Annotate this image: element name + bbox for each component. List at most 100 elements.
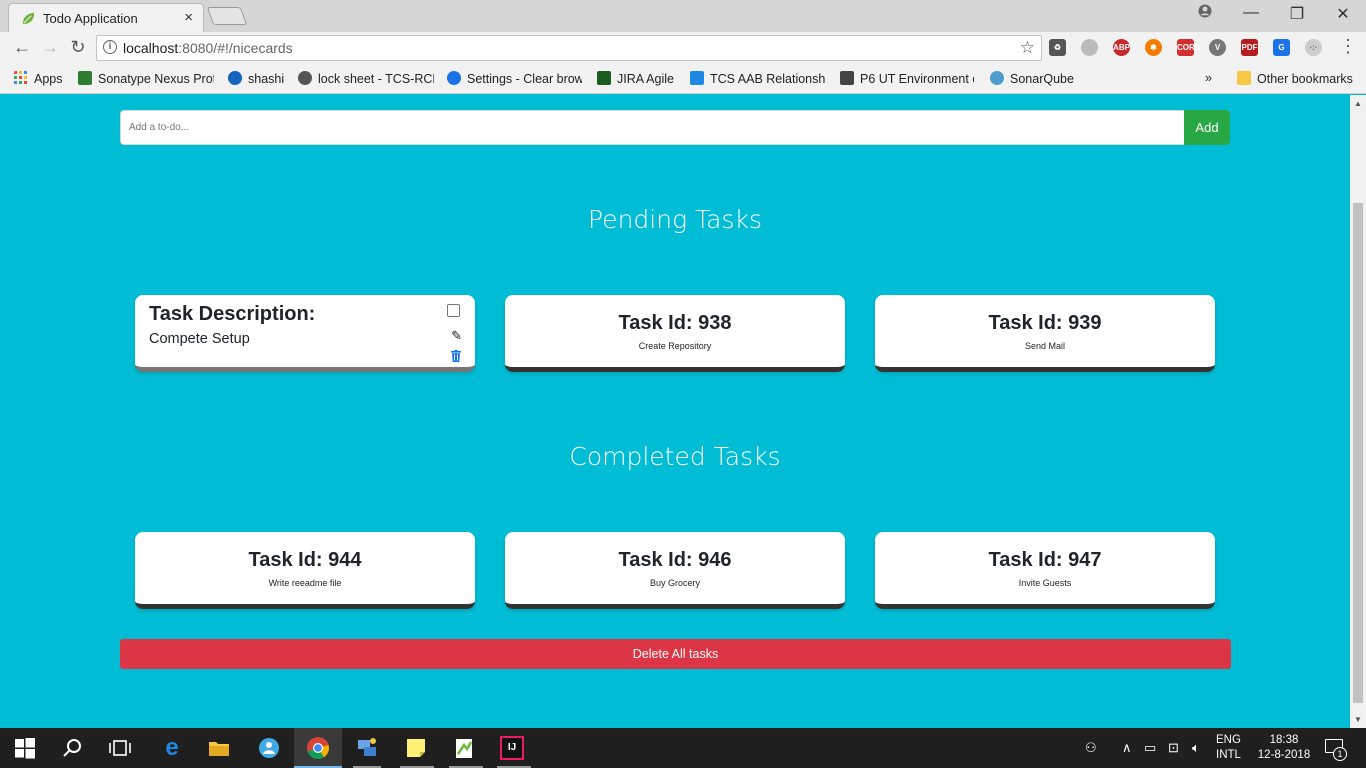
spring-leaf-icon <box>22 12 35 25</box>
cors-extension-icon[interactable]: CORS <box>1177 39 1200 56</box>
trash-icon[interactable] <box>451 350 461 362</box>
people-tray-icon[interactable]: ⚇ <box>1085 740 1097 756</box>
bookmark-label: JIRA Agile <box>617 72 674 86</box>
bookmark-jira[interactable]: JIRA Agile <box>597 71 679 86</box>
sticky-notes-icon[interactable] <box>404 736 428 760</box>
close-window-icon[interactable]: ✕ <box>1320 4 1366 24</box>
url-path: :8080/#!/nicecards <box>178 40 293 56</box>
browser-tab-bar: Todo Application × — ❐ ✕ <box>0 0 1366 32</box>
chrome-menu-icon[interactable]: ⋮ <box>1336 36 1360 57</box>
bookmark-label: TCS AAB Relationship <box>710 72 826 86</box>
recycle-extension-icon[interactable]: ♻ <box>1049 39 1066 56</box>
jira-icon <box>597 71 611 85</box>
url-host: localhost <box>123 40 179 56</box>
system-clock[interactable]: 18:38 12-8-2018 <box>1253 733 1315 763</box>
network-icon[interactable]: ⊡ <box>1168 740 1179 756</box>
profile-icon[interactable] <box>1182 4 1228 23</box>
scroll-up-icon[interactable]: ▲ <box>1354 99 1362 108</box>
add-todo-row: Add <box>120 110 1230 145</box>
bookmark-star-icon[interactable]: ☆ <box>1020 38 1035 58</box>
page-icon <box>840 71 854 85</box>
bookmark-p6-ut[interactable]: P6 UT Environment d <box>840 71 974 86</box>
task-view-icon[interactable] <box>108 736 132 760</box>
intellij-icon[interactable]: IJ <box>500 736 524 760</box>
gear-icon <box>447 71 461 85</box>
notepad-plus-icon[interactable] <box>452 736 476 760</box>
bookmark-label: shashi <box>248 72 285 86</box>
minimize-icon[interactable]: — <box>1228 4 1274 22</box>
other-bookmarks-label: Other bookmarks <box>1257 72 1353 86</box>
search-icon[interactable] <box>61 736 85 760</box>
people-icon <box>298 71 312 85</box>
site-info-icon[interactable]: i <box>103 40 117 54</box>
bookmark-apps[interactable]: Apps <box>14 71 70 86</box>
scroll-down-icon[interactable]: ▼ <box>1354 715 1362 724</box>
bookmark-tcs-aab[interactable]: TCS AAB Relationship <box>690 71 826 86</box>
task-id: Task Id: 947 <box>988 549 1102 571</box>
todo-page: Add Pending Tasks Task Description: Comp… <box>0 95 1350 728</box>
bookmark-lock-sheet[interactable]: lock sheet - TCS-RCM <box>298 71 434 86</box>
completed-task-card[interactable]: Task Id: 946 Buy Grocery <box>505 532 845 609</box>
v-extension-icon[interactable]: V <box>1209 39 1226 56</box>
completed-tasks-title: Completed Tasks <box>569 442 781 471</box>
circle-extension-icon[interactable] <box>1081 39 1098 56</box>
translate-extension-icon[interactable]: G <box>1273 39 1290 56</box>
bookmark-sonarqube[interactable]: SonarQube <box>990 71 1078 86</box>
task-card[interactable]: Task Id: 939 Send Mail <box>875 295 1215 372</box>
edit-pencil-icon[interactable]: ✎ <box>451 328 462 344</box>
task-description: Write reeadme file <box>268 578 342 588</box>
bookmark-label: Settings - Clear brow <box>467 72 582 86</box>
back-icon[interactable]: ← <box>10 37 34 58</box>
reload-icon[interactable]: ↻ <box>66 37 90 58</box>
task-description-value[interactable]: Compete Setup <box>149 331 250 347</box>
restore-icon[interactable]: ❐ <box>1274 4 1320 24</box>
adblock-extension-icon[interactable]: ABP <box>1113 39 1130 56</box>
new-tab-button[interactable] <box>206 7 248 25</box>
battery-icon[interactable]: ▭ <box>1144 740 1156 756</box>
people-app-icon[interactable] <box>257 736 281 760</box>
browser-tab[interactable]: Todo Application × <box>8 3 204 32</box>
more-bookmarks-icon[interactable]: » <box>1205 71 1212 85</box>
task-card[interactable]: Task Id: 938 Create Repository <box>505 295 845 372</box>
tab-close-icon[interactable]: × <box>184 9 193 26</box>
nexus-icon <box>78 71 92 85</box>
bookmark-label: Apps <box>34 72 63 86</box>
delete-all-button[interactable]: Delete All tasks <box>120 639 1231 669</box>
file-explorer-icon[interactable] <box>207 736 231 760</box>
dots-extension-icon[interactable]: ·:· <box>1305 39 1322 56</box>
address-bar[interactable]: i localhost:8080/#!/nicecards ☆ <box>96 35 1042 61</box>
orange-extension-icon[interactable]: ✱ <box>1145 39 1162 56</box>
forward-icon[interactable]: → <box>38 37 62 58</box>
pdf-extension-icon[interactable]: PDF <box>1241 39 1258 56</box>
bookmark-shashi[interactable]: shashi <box>228 71 288 86</box>
browser-toolbar: ← → ↻ i localhost:8080/#!/nicecards ☆ ♻ … <box>0 32 1366 64</box>
add-button[interactable]: Add <box>1184 110 1230 145</box>
volume-icon[interactable]: 🔈︎ <box>1192 740 1200 756</box>
edge-icon[interactable]: e <box>160 736 184 760</box>
bookmark-nexus[interactable]: Sonatype Nexus Profe <box>78 71 214 86</box>
notification-badge: 1 <box>1333 747 1347 761</box>
task-id: Task Id: 938 <box>618 312 732 334</box>
windows-start-icon[interactable] <box>13 736 37 760</box>
task-description: Create Repository <box>638 341 712 351</box>
circle-icon <box>228 71 242 85</box>
other-bookmarks[interactable]: Other bookmarks <box>1237 71 1353 86</box>
chrome-icon[interactable] <box>306 736 330 760</box>
bookmark-settings[interactable]: Settings - Clear brow <box>447 71 582 86</box>
page-scrollbar[interactable]: ▲ ▼ <box>1350 95 1366 728</box>
language-indicator[interactable]: ENG INTL <box>1216 733 1241 763</box>
task-id: Task Id: 944 <box>248 549 362 571</box>
show-hidden-icons[interactable]: ∧ <box>1122 740 1132 756</box>
complete-checkbox[interactable] <box>447 304 460 317</box>
completed-task-card[interactable]: Task Id: 944 Write reeadme file <box>135 532 475 609</box>
tab-title: Todo Application <box>43 11 138 26</box>
bookmarks-bar: Apps Sonatype Nexus Profe shashi lock sh… <box>0 64 1366 94</box>
scroll-thumb[interactable] <box>1353 203 1363 703</box>
completed-task-card[interactable]: Task Id: 947 Invite Guests <box>875 532 1215 609</box>
todo-input[interactable] <box>121 111 1184 144</box>
task-card-editing[interactable]: Task Description: Compete Setup ✎ <box>135 295 475 372</box>
network-app-icon[interactable] <box>355 736 379 760</box>
windows-taskbar: e IJ ⚇ ∧ ▭ ⊡ 🔈︎ ENG INTL 18:38 12-8-2018… <box>0 728 1366 768</box>
pending-tasks-title: Pending Tasks <box>588 205 762 234</box>
apps-grid-icon <box>14 71 27 84</box>
